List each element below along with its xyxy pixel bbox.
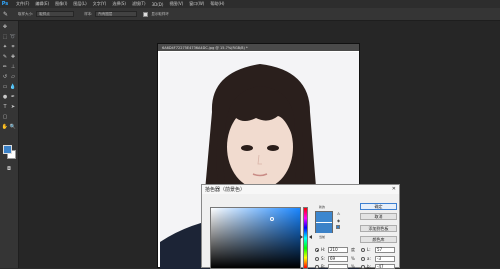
menu-file[interactable]: 文件(F) (16, 1, 29, 7)
menu-layer[interactable]: 图层(L) (73, 1, 86, 7)
show-ring-label: 显示取样环 (151, 11, 169, 16)
history-brush-icon[interactable]: ↺ (2, 74, 8, 80)
s-label: S: (321, 256, 325, 261)
color-libraries-label: 颜色库 (372, 236, 385, 242)
sample-value: 所有图层 (98, 11, 113, 16)
hue-slider[interactable] (300, 207, 312, 269)
s-unit: % (351, 256, 355, 261)
b-radio[interactable] (315, 265, 319, 269)
new-color-swatch (316, 212, 332, 223)
crop-tool-icon[interactable]: ⌗ (10, 44, 16, 50)
picker-title: 拾色器（前景色） (205, 187, 246, 193)
b-input[interactable] (328, 264, 348, 269)
a-radio[interactable] (361, 257, 365, 261)
new-color-label: 新的 (319, 205, 326, 209)
menu-image[interactable]: 图像(I) (55, 1, 67, 7)
menu-view[interactable]: 视图(V) (169, 1, 183, 7)
picker-titlebar[interactable]: 拾色器（前景色） ✕ (202, 185, 399, 194)
foreground-color-swatch[interactable] (3, 145, 12, 154)
h-radio[interactable] (315, 248, 319, 252)
l-input[interactable]: 57 (375, 247, 395, 253)
menu-bar: Ps 文件(F) 编辑(E) 图像(I) 图层(L) 文字(Y) 选择(S) 滤… (0, 0, 500, 8)
eyedropper-tool-icon[interactable]: ✎ (2, 54, 8, 60)
sample-size-select[interactable]: 取样点 (36, 11, 75, 17)
hand-tool-icon[interactable]: ✋ (2, 124, 8, 130)
document-tab[interactable]: 6A6D4F72275E4736A4DC.jpg @ 15.7%(RGB/8) … (158, 44, 359, 51)
menu-filter[interactable]: 滤镜(T) (132, 1, 146, 7)
color-picker-dialog: 拾色器（前景色） ✕ 新的 当前 ⚠ ◈ 确定 取消 添加到色板 颜色库 H: … (201, 184, 400, 269)
color-libraries-button[interactable]: 颜色库 (360, 236, 397, 243)
b-label: B: (321, 264, 326, 269)
field-cursor[interactable] (270, 217, 274, 221)
menu-type[interactable]: 文字(Y) (93, 1, 107, 7)
lasso-tool-icon[interactable]: ➰ (10, 34, 16, 40)
hue-slider-left-arrow-icon[interactable] (300, 235, 303, 239)
current-color-swatch[interactable] (316, 223, 332, 233)
l-label: L: (367, 247, 371, 252)
cancel-button[interactable]: 取消 (360, 213, 397, 220)
cancel-button-label: 取消 (374, 213, 383, 219)
web-color-warning-icon[interactable]: ◈ (336, 218, 341, 223)
pen-tool-icon[interactable]: ✒ (10, 94, 16, 100)
hue-slider-right-arrow-icon[interactable] (309, 235, 312, 239)
blur-tool-icon[interactable]: 💧 (10, 84, 16, 90)
zoom-tool-icon[interactable]: 🔍 (10, 124, 16, 130)
dodge-tool-icon[interactable]: ● (2, 94, 8, 100)
tools-panel: ✥ ⬚ ➰ ✦ ⌗ ✎ ✚ ✏ ⊥ ↺ ▱ ▭ 💧 ● ✒ T ➤ ▢ ✋ 🔍 … (0, 21, 19, 268)
sample-size-value: 取样点 (39, 11, 50, 16)
out-of-gamut-warning-icon[interactable]: ⚠ (336, 211, 341, 216)
sample-label: 样本: (84, 11, 93, 16)
current-color-label: 当前 (319, 235, 326, 239)
menu-select[interactable]: 选择(S) (112, 1, 126, 7)
saturation-brightness-field[interactable] (210, 207, 301, 269)
healing-brush-icon[interactable]: ✚ (10, 54, 16, 60)
b-unit: % (351, 264, 355, 269)
marquee-tool-icon[interactable]: ⬚ (2, 34, 8, 40)
eyedropper-icon[interactable]: ✎ (3, 11, 8, 18)
ok-button[interactable]: 确定 (360, 203, 397, 210)
add-to-swatches-label: 添加到色板 (368, 225, 389, 231)
menu-3d[interactable]: 3D(D) (152, 2, 164, 7)
h-unit: 度 (351, 247, 355, 252)
lab-b-label: b: (367, 264, 371, 269)
menu-help[interactable]: 帮助(H) (210, 1, 224, 7)
quick-mask-icon[interactable]: ◘ (6, 166, 12, 172)
web-color-swatch[interactable] (336, 225, 340, 229)
photoshop-logo: Ps (1, 1, 9, 7)
options-bar: ✎ 取样大小: 取样点 样本: 所有图层 显示取样环 (0, 8, 500, 21)
document-title: 6A6D4F72275E4736A4DC.jpg @ 15.7%(RGB/8) … (162, 45, 248, 50)
h-label: H: (321, 247, 326, 252)
quick-select-icon[interactable]: ✦ (2, 44, 8, 50)
sample-select[interactable]: 所有图层 (95, 11, 138, 17)
h-input[interactable]: 210 (328, 247, 348, 253)
move-tool-icon[interactable]: ✥ (2, 24, 8, 30)
stamp-tool-icon[interactable]: ⊥ (10, 64, 16, 70)
s-input[interactable]: 69 (328, 256, 348, 262)
a-label: a: (367, 256, 371, 261)
lab-b-radio[interactable] (361, 265, 365, 269)
sample-size-label: 取样大小: (18, 11, 34, 16)
path-select-icon[interactable]: ➤ (10, 104, 16, 110)
show-ring-checkbox[interactable] (143, 11, 149, 17)
add-to-swatches-button[interactable]: 添加到色板 (360, 225, 397, 232)
color-preview (315, 211, 333, 233)
s-radio[interactable] (315, 257, 319, 261)
l-radio[interactable] (361, 248, 365, 252)
ok-button-label: 确定 (374, 203, 383, 209)
type-tool-icon[interactable]: T (2, 104, 8, 110)
menu-window[interactable]: 窗口(W) (189, 1, 204, 7)
brush-tool-icon[interactable]: ✏ (2, 64, 8, 70)
shape-tool-icon[interactable]: ▢ (2, 114, 8, 120)
close-icon[interactable]: ✕ (392, 186, 396, 192)
a-input[interactable]: -3 (375, 256, 395, 262)
menu-edit[interactable]: 编辑(E) (35, 1, 49, 7)
eraser-tool-icon[interactable]: ▱ (10, 74, 16, 80)
gradient-tool-icon[interactable]: ▭ (2, 84, 8, 90)
lab-b-input[interactable]: -47 (375, 264, 395, 269)
